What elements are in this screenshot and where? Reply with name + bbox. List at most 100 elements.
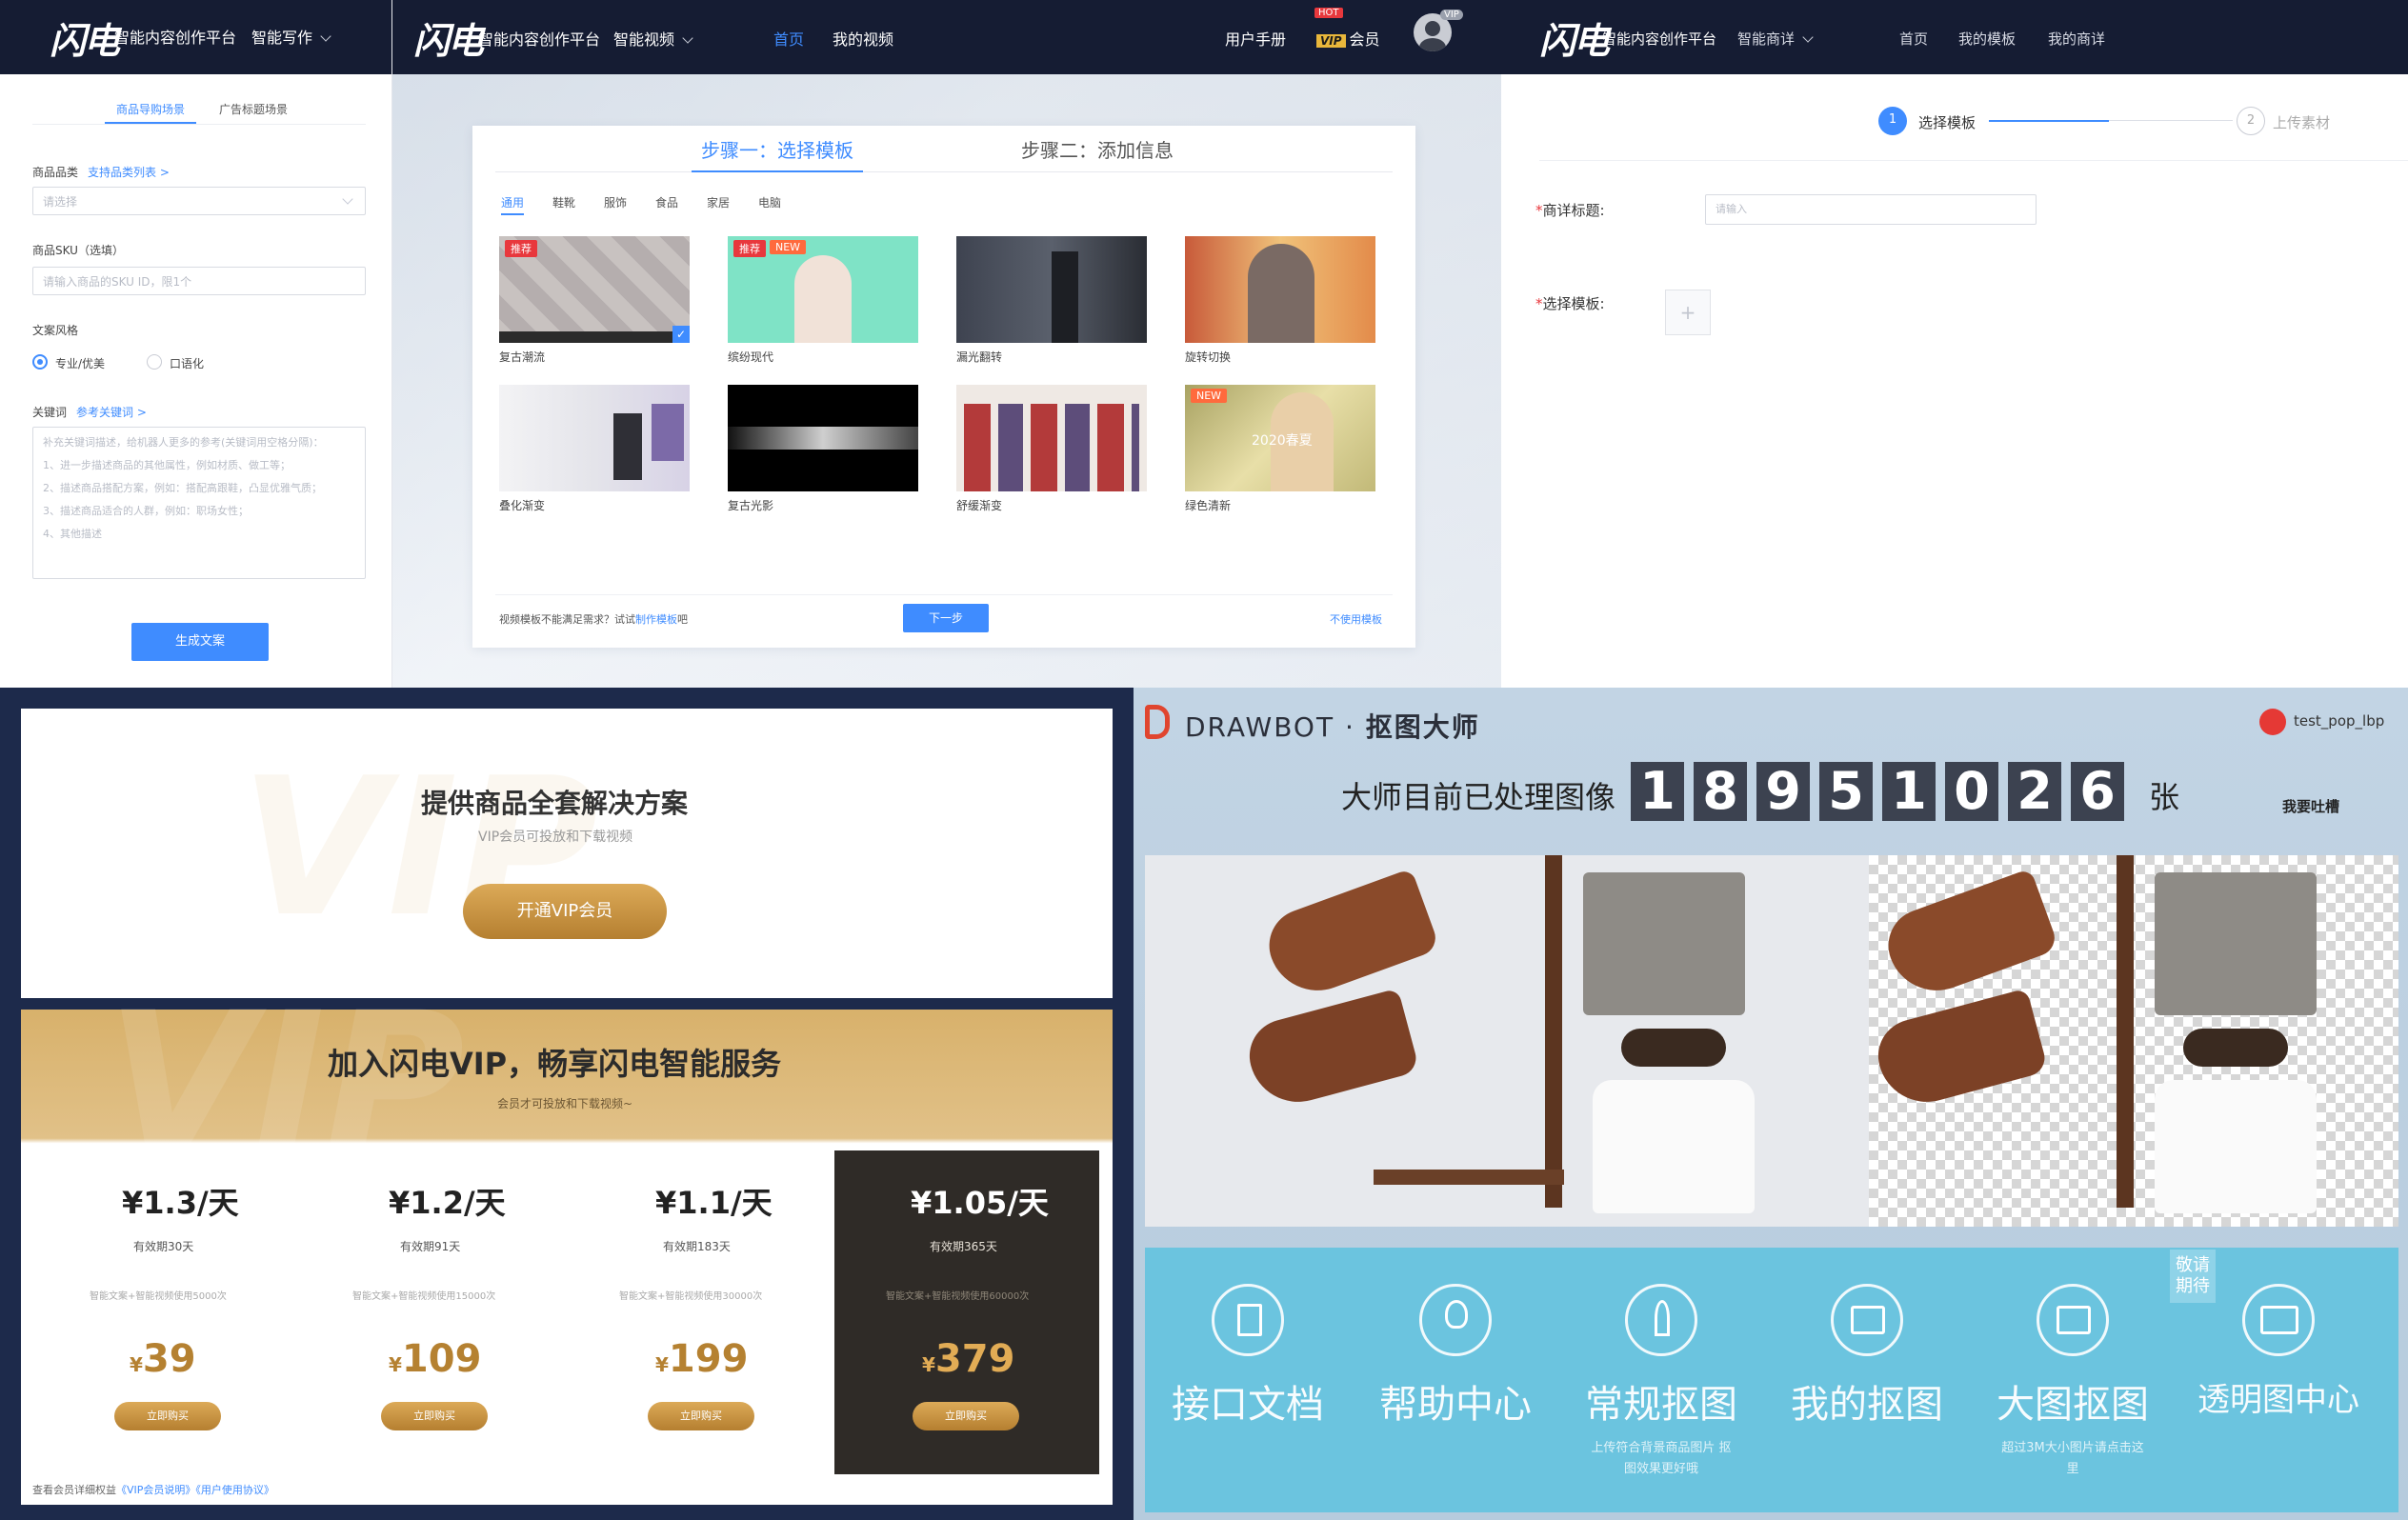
nav-my-templates[interactable]: 我的模板 bbox=[1958, 29, 2016, 49]
module-label: 智能视频 bbox=[613, 30, 675, 49]
required-mark: * bbox=[1535, 202, 1543, 219]
module-dropdown[interactable]: 智能商详 bbox=[1737, 29, 1814, 49]
counter-suffix: 张 bbox=[2149, 779, 2180, 815]
template-thumb-colorful[interactable]: 推荐 NEW bbox=[728, 236, 918, 343]
drawbot-logo-icon[interactable] bbox=[1145, 705, 1170, 739]
lightbulb-icon bbox=[1419, 1284, 1492, 1356]
step-divider bbox=[1539, 160, 2408, 161]
required-mark: * bbox=[1535, 295, 1543, 312]
tab-ad-title[interactable]: 广告标题场景 bbox=[219, 101, 288, 117]
nav-my-details[interactable]: 我的商详 bbox=[2048, 29, 2105, 49]
plan-card-30[interactable]: ¥1.3/天 有效期30天 智能文案+智能视频使用5000次 ¥39 立即购买 bbox=[34, 1150, 301, 1474]
keywords-label: 关键词 参考关键词 > bbox=[32, 404, 147, 420]
service-help-center[interactable]: 帮助中心 bbox=[1353, 1248, 1558, 1512]
plan-validity: 有效期183天 bbox=[663, 1240, 731, 1253]
banner-subtitle: VIP会员可投放和下载视频 bbox=[478, 830, 633, 845]
plan-price: ¥379 bbox=[922, 1337, 1014, 1381]
detail-top-nav: 闪电 智能内容创作平台 智能商详 首页 我的模板 我的商详 bbox=[1501, 0, 2408, 74]
trousers-shape bbox=[2155, 872, 2317, 1015]
nav-my-videos[interactable]: 我的视频 bbox=[833, 27, 893, 50]
vip-member-link[interactable]: VIP 会员 bbox=[1316, 27, 1380, 50]
service-name: 接口文档 bbox=[1172, 1383, 1324, 1427]
module-dropdown[interactable]: 智能写作 bbox=[251, 25, 331, 48]
plan-desc: 智能文案+智能视频使用60000次 bbox=[886, 1291, 1030, 1302]
keywords-textarea[interactable]: 补充关键词描述，给机器人更多的参考(关键词用空格分隔)： 1、进一步描述商品的其… bbox=[32, 427, 366, 579]
service-standard-cutout[interactable]: 常规抠图 上传符合背景商品图片 抠图效果更好哦 bbox=[1558, 1248, 1764, 1512]
nav-home[interactable]: 首页 bbox=[1899, 29, 1928, 49]
service-api-docs[interactable]: 接口文档 bbox=[1145, 1248, 1351, 1512]
category-tab-general[interactable]: 通用 bbox=[501, 194, 524, 210]
tab-shopping-guide[interactable]: 商品导购场景 bbox=[116, 101, 185, 117]
category-label-text: 商品品类 bbox=[32, 166, 79, 179]
user-agreement-link[interactable]: 《用户使用协议》 bbox=[195, 1484, 274, 1496]
shandian-logo[interactable]: 闪电 bbox=[413, 11, 484, 64]
category-tab-food[interactable]: 食品 bbox=[655, 194, 678, 210]
step-one-title[interactable]: 步骤一：选择模板 bbox=[701, 135, 853, 163]
template-thumb-soft-gradient[interactable] bbox=[956, 385, 1147, 491]
user-name[interactable]: test_pop_lbp bbox=[2294, 712, 2384, 730]
step-two-dot[interactable]: 2 bbox=[2237, 107, 2265, 135]
template-thumb-retro-light[interactable] bbox=[728, 385, 918, 491]
skip-template-link[interactable]: 不使用模板 bbox=[1330, 611, 1382, 627]
style-option-professional: 专业/优美 bbox=[55, 357, 106, 370]
buy-button[interactable]: 立即购买 bbox=[913, 1402, 1019, 1430]
chevron-down-icon bbox=[682, 32, 693, 44]
template-thumb-dissolve[interactable] bbox=[499, 385, 690, 491]
plan-price-value: 199 bbox=[668, 1337, 749, 1381]
next-step-button[interactable]: 下一步 bbox=[903, 604, 989, 632]
plan-card-365[interactable]: ¥1.05/天 有效期365天 智能文案+智能视频使用60000次 ¥379 立… bbox=[834, 1150, 1099, 1474]
buy-button[interactable]: 立即购买 bbox=[648, 1402, 754, 1430]
category-tab-computer[interactable]: 电脑 bbox=[758, 194, 781, 210]
service-large-cutout[interactable]: 大图抠图 超过3M大小图片请点击这里 bbox=[1970, 1248, 2176, 1512]
category-select[interactable]: 请选择 bbox=[32, 187, 366, 215]
make-template-link[interactable]: 制作模板 bbox=[635, 613, 677, 626]
title-label-text: 商详标题: bbox=[1542, 202, 1605, 219]
plan-price-value: 109 bbox=[401, 1337, 482, 1381]
counter-digit: 1 bbox=[1882, 762, 1936, 821]
generate-copy-button[interactable]: 生成文案 bbox=[131, 623, 269, 661]
template-name: 舒缓渐变 bbox=[956, 499, 1003, 512]
module-dropdown[interactable]: 智能视频 bbox=[613, 27, 693, 50]
thumb-overlay-text: 2020春夏 bbox=[1252, 433, 1313, 449]
template-thumb-light-flip[interactable] bbox=[956, 236, 1147, 343]
keywords-reference-link[interactable]: 参考关键词 > bbox=[76, 406, 147, 419]
style-radio-colloquial[interactable] bbox=[147, 354, 162, 370]
step-one-dot[interactable]: 1 bbox=[1878, 107, 1907, 135]
plan-card-91[interactable]: ¥1.2/天 有效期91天 智能文案+智能视频使用15000次 ¥109 立即购… bbox=[301, 1150, 568, 1474]
counter-digit: 1 bbox=[1631, 762, 1684, 821]
feedback-link[interactable]: 我要吐槽 bbox=[2282, 796, 2339, 816]
template-thumb-fresh-green[interactable]: NEW 2020春夏 bbox=[1185, 385, 1375, 491]
user-avatar-icon[interactable] bbox=[2259, 709, 2286, 735]
platform-name: 智能内容创作平台 bbox=[114, 29, 237, 47]
style-radio-professional[interactable] bbox=[32, 354, 48, 370]
service-my-cutouts[interactable]: 我的抠图 bbox=[1764, 1248, 1970, 1512]
template-thumb-rotate[interactable] bbox=[1185, 236, 1375, 343]
drawbot-brand[interactable]: DRAWBOT · 抠图大师 bbox=[1185, 707, 1480, 745]
open-vip-button[interactable]: 开通VIP会员 bbox=[463, 884, 667, 939]
plan-daily-price: ¥1.05/天 bbox=[911, 1185, 1049, 1221]
category-tab-home[interactable]: 家居 bbox=[707, 194, 730, 210]
category-tab-apparel[interactable]: 服饰 bbox=[604, 194, 627, 210]
vip-terms-link[interactable]: 《VIP会员说明》 bbox=[116, 1484, 195, 1496]
recommend-tag: 推荐 bbox=[505, 240, 537, 257]
add-template-button[interactable]: + bbox=[1665, 290, 1711, 335]
category-tab-shoes[interactable]: 鞋靴 bbox=[552, 194, 575, 210]
title-input[interactable]: 请输入 bbox=[1705, 194, 2037, 225]
service-name: 帮助中心 bbox=[1379, 1383, 1532, 1427]
step-two-title[interactable]: 步骤二：添加信息 bbox=[1021, 135, 1174, 163]
nav-home[interactable]: 首页 bbox=[773, 27, 804, 50]
shandian-logo[interactable]: 闪电 bbox=[50, 11, 120, 64]
template-name: 叠化渐变 bbox=[499, 499, 546, 512]
plan-card-183[interactable]: ¥1.1/天 有效期183天 智能文案+智能视频使用30000次 ¥199 立即… bbox=[568, 1150, 834, 1474]
buy-button[interactable]: 立即购买 bbox=[114, 1402, 221, 1430]
sku-input[interactable]: 请输入商品的SKU ID，限1个 bbox=[32, 267, 366, 295]
buy-button[interactable]: 立即购买 bbox=[381, 1402, 488, 1430]
step-underline bbox=[495, 171, 1393, 172]
shandian-logo[interactable]: 闪电 bbox=[1539, 11, 1610, 64]
nav-user-manual[interactable]: 用户手册 bbox=[1225, 27, 1286, 50]
avatar-vip-badge: VIP bbox=[1440, 10, 1463, 20]
style-option-colloquial: 口语化 bbox=[170, 357, 205, 370]
template-label: *选择模板: bbox=[1535, 293, 1605, 313]
template-thumb-retro[interactable]: 推荐 ✓ bbox=[499, 236, 690, 343]
category-list-link[interactable]: 支持品类列表 > bbox=[88, 166, 170, 179]
